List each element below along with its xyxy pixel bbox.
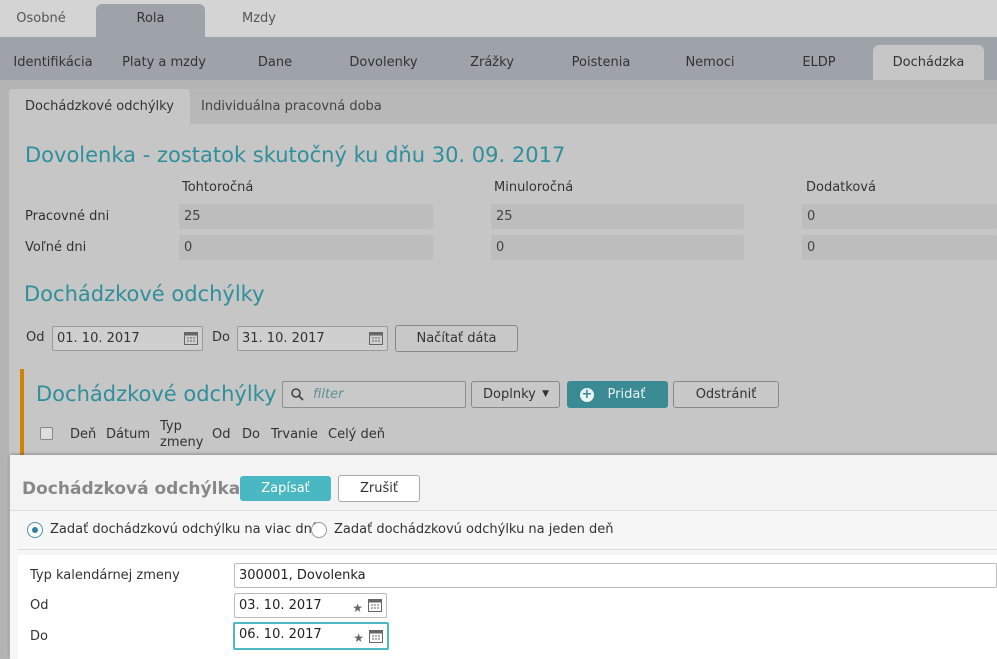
col-tohtorocna: Tohtoročná bbox=[182, 180, 254, 195]
tab-poistenia[interactable]: Poistenia bbox=[555, 45, 647, 80]
volne-dni-minulorocna: 0 bbox=[491, 235, 744, 260]
radio-multi-day[interactable] bbox=[27, 522, 43, 538]
col-datum[interactable]: Dátum bbox=[106, 427, 150, 443]
modal-to-value: 06. 10. 2017 bbox=[239, 627, 322, 642]
add-button[interactable]: + Pridať bbox=[567, 381, 668, 408]
pracovne-dni-minulorocna: 25 bbox=[491, 204, 744, 229]
volne-dni-dodatkova: 0 bbox=[802, 235, 997, 260]
tab-identifikacia[interactable]: Identifikácia bbox=[0, 45, 106, 80]
addons-button[interactable]: Doplnky ▼ bbox=[471, 381, 560, 408]
from-date-input[interactable]: 01. 10. 2017 bbox=[52, 326, 203, 351]
top-nav: Osobné Rola Mzdy bbox=[0, 0, 997, 37]
tab-individualna-pracovna-doba[interactable]: Individuálna pracovná doba bbox=[185, 89, 398, 124]
star-icon[interactable]: ★ bbox=[352, 597, 363, 620]
modal-header: Dochádzková odchýlka Zapísať Zrušiť bbox=[10, 455, 997, 511]
add-label: Pridať bbox=[607, 387, 646, 402]
tab-dane[interactable]: Dane bbox=[235, 45, 315, 80]
col-den[interactable]: Deň bbox=[70, 427, 96, 443]
modal-form: Typ kalendárnej zmeny 300001, Dovolenka … bbox=[18, 555, 997, 659]
type-input[interactable]: 300001, Dovolenka bbox=[234, 563, 997, 588]
star-icon[interactable]: ★ bbox=[353, 628, 364, 649]
modal-from-input[interactable]: 03. 10. 2017 ★ bbox=[234, 593, 387, 618]
sub-nav: Identifikácia Platy a mzdy Dane Dovolenk… bbox=[0, 37, 997, 80]
deviations-title: Dochádzkové odchýlky bbox=[24, 282, 265, 306]
modal-to-label: Do bbox=[30, 629, 48, 644]
col-trvanie[interactable]: Trvanie bbox=[271, 427, 318, 443]
col-typ-zmeny[interactable]: Typ zmeny bbox=[160, 419, 204, 451]
grid-title: Dochádzkové odchýlky bbox=[36, 382, 277, 406]
col-do[interactable]: Do bbox=[242, 427, 260, 443]
modal-from-value: 03. 10. 2017 bbox=[239, 598, 322, 613]
col-cely-den[interactable]: Celý deň bbox=[328, 427, 385, 443]
deviation-modal: Dochádzková odchýlka Zapísať Zrušiť Zada… bbox=[10, 455, 997, 659]
radio-single-day-label[interactable]: Zadať dochádzkovú odchýlku na jeden deň bbox=[334, 522, 614, 537]
tab-eldp[interactable]: ELDP bbox=[780, 45, 858, 80]
save-button[interactable]: Zapísať bbox=[240, 476, 331, 501]
remove-button[interactable]: Odstrániť bbox=[673, 381, 779, 408]
tab-zrazky[interactable]: Zrážky bbox=[453, 45, 531, 80]
tab-rola[interactable]: Rola bbox=[96, 4, 205, 37]
tab-osobne[interactable]: Osobné bbox=[0, 4, 82, 37]
type-label: Typ kalendárnej zmeny bbox=[30, 568, 180, 583]
calendar-icon[interactable] bbox=[368, 598, 382, 612]
from-label: Od bbox=[26, 330, 45, 345]
filter-placeholder: filter bbox=[313, 387, 344, 402]
radio-multi-day-label[interactable]: Zadať dochádzkovú odchýlku na viac dní bbox=[50, 522, 315, 537]
radio-single-day[interactable] bbox=[311, 522, 327, 538]
cancel-button[interactable]: Zrušiť bbox=[338, 475, 420, 502]
calendar-icon[interactable] bbox=[184, 331, 198, 345]
divider bbox=[18, 549, 997, 550]
row-pracovne-dni-label: Pracovné dni bbox=[25, 209, 110, 224]
tab-dovolenky[interactable]: Dovolenky bbox=[335, 45, 432, 80]
tab-platy-a-mzdy[interactable]: Platy a mzdy bbox=[114, 45, 214, 80]
from-date-value: 01. 10. 2017 bbox=[57, 331, 140, 346]
col-minulorocna: Minuloročná bbox=[494, 180, 574, 195]
modal-from-label: Od bbox=[30, 598, 49, 613]
modal-to-input[interactable]: 06. 10. 2017 ★ bbox=[233, 622, 389, 650]
search-icon bbox=[291, 388, 304, 401]
vacation-title: Dovolenka - zostatok skutočný ku dňu 30.… bbox=[25, 143, 566, 167]
tab-dochadzkove-odchylky[interactable]: Dochádzkové odchýlky bbox=[9, 89, 190, 124]
inner-tabs: Dochádzkové odchýlky Individuálna pracov… bbox=[9, 89, 997, 124]
tab-nemoci[interactable]: Nemoci bbox=[670, 45, 750, 80]
calendar-icon[interactable] bbox=[369, 629, 383, 643]
to-label: Do bbox=[212, 330, 230, 345]
plus-icon: + bbox=[580, 387, 594, 402]
addons-label: Doplnky bbox=[483, 387, 536, 402]
select-all-checkbox[interactable] bbox=[40, 427, 53, 440]
row-volne-dni-label: Voľné dni bbox=[25, 240, 87, 255]
pracovne-dni-dodatkova: 0 bbox=[802, 204, 997, 229]
volne-dni-tohtorocna: 0 bbox=[179, 235, 433, 260]
tab-mzdy[interactable]: Mzdy bbox=[216, 4, 302, 37]
calendar-icon[interactable] bbox=[369, 331, 383, 345]
pracovne-dni-tohtorocna: 25 bbox=[179, 204, 433, 229]
deviations-grid-section: Dochádzkové odchýlky filter Doplnky ▼ + … bbox=[20, 369, 997, 469]
col-dodatkova: Dodatková bbox=[806, 180, 876, 195]
load-data-button[interactable]: Načítať dáta bbox=[395, 325, 518, 352]
filter-input[interactable]: filter bbox=[282, 381, 466, 408]
tab-dochadzka[interactable]: Dochádzka bbox=[873, 45, 984, 80]
col-od[interactable]: Od bbox=[212, 427, 230, 443]
to-date-value: 31. 10. 2017 bbox=[242, 331, 325, 346]
to-date-input[interactable]: 31. 10. 2017 bbox=[237, 326, 388, 351]
chevron-down-icon: ▼ bbox=[542, 389, 549, 399]
modal-title: Dochádzková odchýlka bbox=[22, 479, 241, 499]
